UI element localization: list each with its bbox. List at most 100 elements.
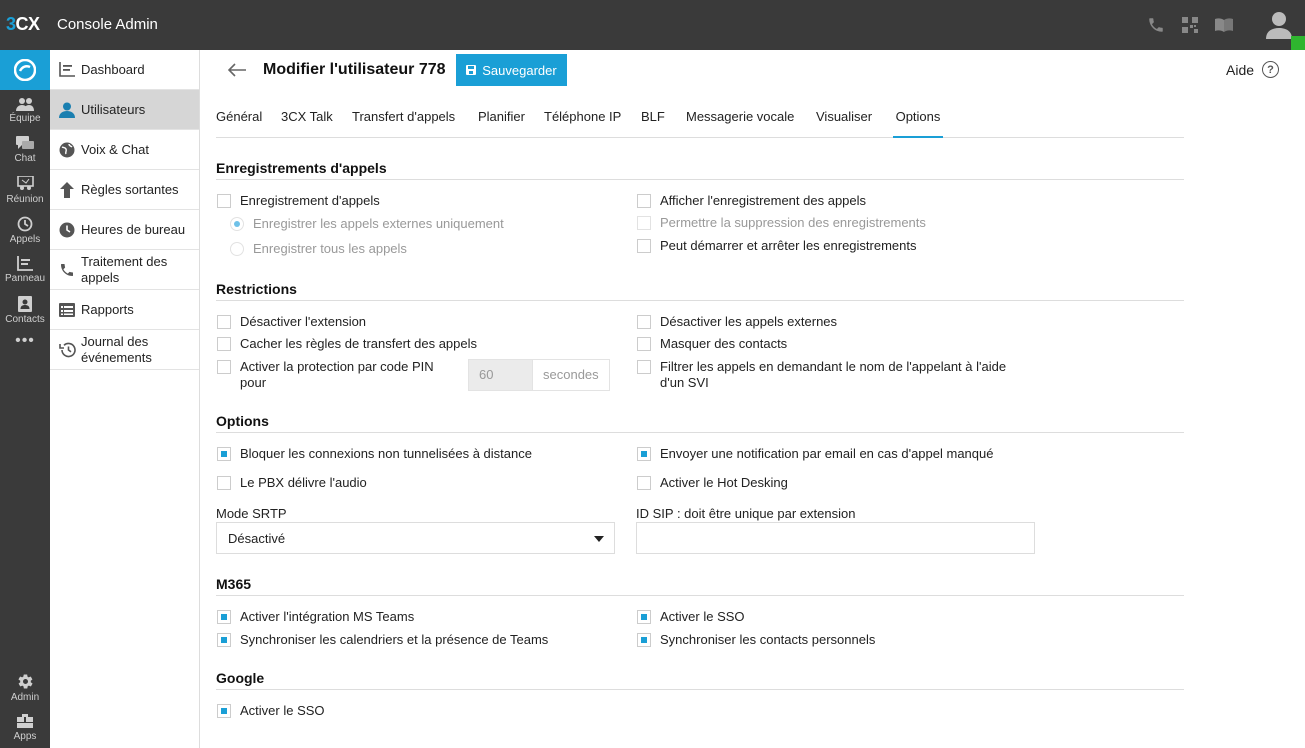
tab-general[interactable]: Général — [216, 98, 262, 138]
srtp-select[interactable]: Désactivé — [216, 522, 615, 554]
filter-ivr-checkbox[interactable] — [637, 360, 651, 374]
tab-blf[interactable]: BLF — [641, 98, 665, 138]
disable-external-checkbox[interactable] — [637, 315, 651, 329]
rail-item-contacts[interactable]: Contacts — [0, 290, 50, 330]
block-remote-checkbox[interactable] — [217, 447, 231, 461]
user-avatar-icon[interactable] — [1253, 0, 1305, 50]
sip-id-label: ID SIP : doit être unique par extension — [636, 506, 856, 521]
option-label: Désactiver l'extension — [240, 314, 367, 329]
tab-visualiser[interactable]: Visualiser — [816, 98, 872, 138]
show-recordings-checkbox[interactable] — [637, 194, 651, 208]
filter-ivr-option[interactable]: Filtrer les appels en demandant le nom d… — [637, 359, 1017, 391]
sync-calendars-checkbox[interactable] — [217, 633, 231, 647]
phone-icon[interactable] — [1145, 14, 1167, 36]
rail-item-apps[interactable]: Apps — [0, 708, 50, 748]
subnav-item-voix-chat[interactable]: Voix & Chat — [50, 130, 199, 170]
pbx-audio-checkbox[interactable] — [217, 476, 231, 490]
disable-external-option[interactable]: Désactiver les appels externes — [637, 314, 837, 330]
subnav-label: Traitement des appels — [81, 253, 168, 285]
record-all-option[interactable]: Enregistrer tous les appels — [230, 241, 407, 257]
google-sso-option[interactable]: Activer le SSO — [217, 703, 325, 719]
option-label: Envoyer une notification par email en ca… — [660, 446, 994, 461]
teams-integration-option[interactable]: Activer l'intégration MS Teams — [217, 609, 414, 625]
rail-label: Apps — [13, 731, 37, 742]
back-arrow-icon[interactable] — [226, 59, 248, 81]
teams-integration-checkbox[interactable] — [217, 610, 231, 624]
phone-icon — [58, 261, 76, 279]
option-label: Filtrer les appels en demandant le nom d… — [660, 359, 1007, 390]
pin-protection-checkbox[interactable] — [217, 360, 231, 374]
rail-item-equipe[interactable]: Équipe — [0, 90, 50, 130]
block-remote-option[interactable]: Bloquer les connexions non tunnelisées à… — [217, 446, 532, 462]
hide-forwarding-checkbox[interactable] — [217, 337, 231, 351]
sync-calendars-option[interactable]: Synchroniser les calendriers et la prése… — [217, 632, 548, 648]
subnav-label: Utilisateurs — [81, 101, 146, 117]
subnav-item-regles-sortantes[interactable]: Règles sortantes — [50, 170, 199, 210]
rail-item-appels[interactable]: Appels — [0, 210, 50, 250]
record-all-radio[interactable] — [230, 242, 244, 256]
tab-options[interactable]: Options — [893, 98, 943, 138]
start-stop-option[interactable]: Peut démarrer et arrêter les enregistrem… — [637, 238, 917, 254]
gear-icon — [18, 674, 32, 689]
record-external-only-option[interactable]: Enregistrer les appels externes uniqueme… — [230, 216, 504, 232]
option-label: Activer le SSO — [660, 609, 745, 624]
m365-sso-option[interactable]: Activer le SSO — [637, 609, 745, 625]
start-stop-checkbox[interactable] — [637, 239, 651, 253]
option-label: Peut démarrer et arrêter les enregistrem… — [660, 238, 917, 253]
tab-planifier[interactable]: Planifier — [478, 98, 525, 138]
tab-messagerie-vocale[interactable]: Messagerie vocale — [686, 98, 794, 138]
more-icon[interactable]: ••• — [0, 330, 50, 360]
disable-extension-checkbox[interactable] — [217, 315, 231, 329]
rail-label: Réunion — [6, 193, 44, 205]
allow-delete-checkbox[interactable] — [637, 216, 651, 230]
pbx-audio-option[interactable]: Le PBX délivre l'audio — [217, 475, 367, 491]
option-label: Synchroniser les calendriers et la prése… — [240, 632, 549, 647]
tab-3cx-talk[interactable]: 3CX Talk — [281, 98, 333, 138]
google-sso-checkbox[interactable] — [217, 704, 231, 718]
subnav-label: Dashboard — [81, 61, 145, 77]
rail-item-reunion[interactable]: Réunion — [0, 170, 50, 210]
allow-delete-option[interactable]: Permettre la suppression des enregistrem… — [637, 215, 926, 231]
disable-extension-option[interactable]: Désactiver l'extension — [217, 314, 366, 330]
section-title-m365: M365 — [216, 576, 1184, 596]
help-label: Aide — [1226, 61, 1255, 78]
record-calls-checkbox[interactable] — [217, 194, 231, 208]
book-icon[interactable] — [1213, 14, 1235, 36]
subnav-item-journal-evenements[interactable]: Journal des événements — [50, 330, 199, 370]
tab-transfert-appels[interactable]: Transfert d'appels — [352, 98, 455, 138]
sync-contacts-checkbox[interactable] — [637, 633, 651, 647]
m365-sso-checkbox[interactable] — [637, 610, 651, 624]
sip-id-input[interactable] — [636, 522, 1035, 554]
help-link[interactable]: Aide ? — [1226, 61, 1280, 78]
save-button[interactable]: Sauvegarder — [456, 54, 567, 86]
record-calls-option[interactable]: Enregistrement d'appels — [217, 193, 380, 209]
hot-desking-option[interactable]: Activer le Hot Desking — [637, 475, 788, 491]
subnav-item-utilisateurs[interactable]: Utilisateurs — [50, 90, 199, 130]
sync-contacts-option[interactable]: Synchroniser les contacts personnels — [637, 632, 875, 648]
subnav-label: Règles sortantes — [81, 181, 179, 197]
home-button[interactable] — [0, 50, 50, 90]
rail-item-admin[interactable]: Admin — [0, 668, 50, 708]
rail-item-panneau[interactable]: Panneau — [0, 250, 50, 290]
app-title: Console Admin — [57, 16, 158, 33]
srtp-selected-value: Désactivé — [228, 531, 286, 546]
record-external-only-radio[interactable] — [230, 217, 244, 231]
email-missed-checkbox[interactable] — [637, 447, 651, 461]
email-missed-option[interactable]: Envoyer une notification par email en ca… — [637, 446, 993, 462]
rail-item-chat[interactable]: Chat — [0, 130, 50, 170]
tab-telephone-ip[interactable]: Téléphone IP — [544, 98, 621, 138]
subnav-item-heures-bureau[interactable]: Heures de bureau — [50, 210, 199, 250]
hide-contacts-checkbox[interactable] — [637, 337, 651, 351]
subnav-item-traitement-appels[interactable]: Traitement des appels — [50, 250, 199, 290]
subnav-item-dashboard[interactable]: Dashboard — [50, 50, 199, 90]
pin-protection-option[interactable]: Activer la protection par code PIN pour — [217, 359, 447, 391]
show-recordings-option[interactable]: Afficher l'enregistrement des appels — [637, 193, 866, 209]
save-icon — [466, 65, 477, 75]
hide-contacts-option[interactable]: Masquer des contacts — [637, 336, 787, 352]
hide-forwarding-option[interactable]: Cacher les règles de transfert des appel… — [217, 336, 477, 352]
subnav-item-rapports[interactable]: Rapports — [50, 290, 199, 330]
subnav-label: Voix & Chat — [81, 141, 149, 157]
qr-code-icon[interactable] — [1179, 14, 1201, 36]
pin-timeout-input[interactable]: 60 — [469, 360, 532, 390]
hot-desking-checkbox[interactable] — [637, 476, 651, 490]
